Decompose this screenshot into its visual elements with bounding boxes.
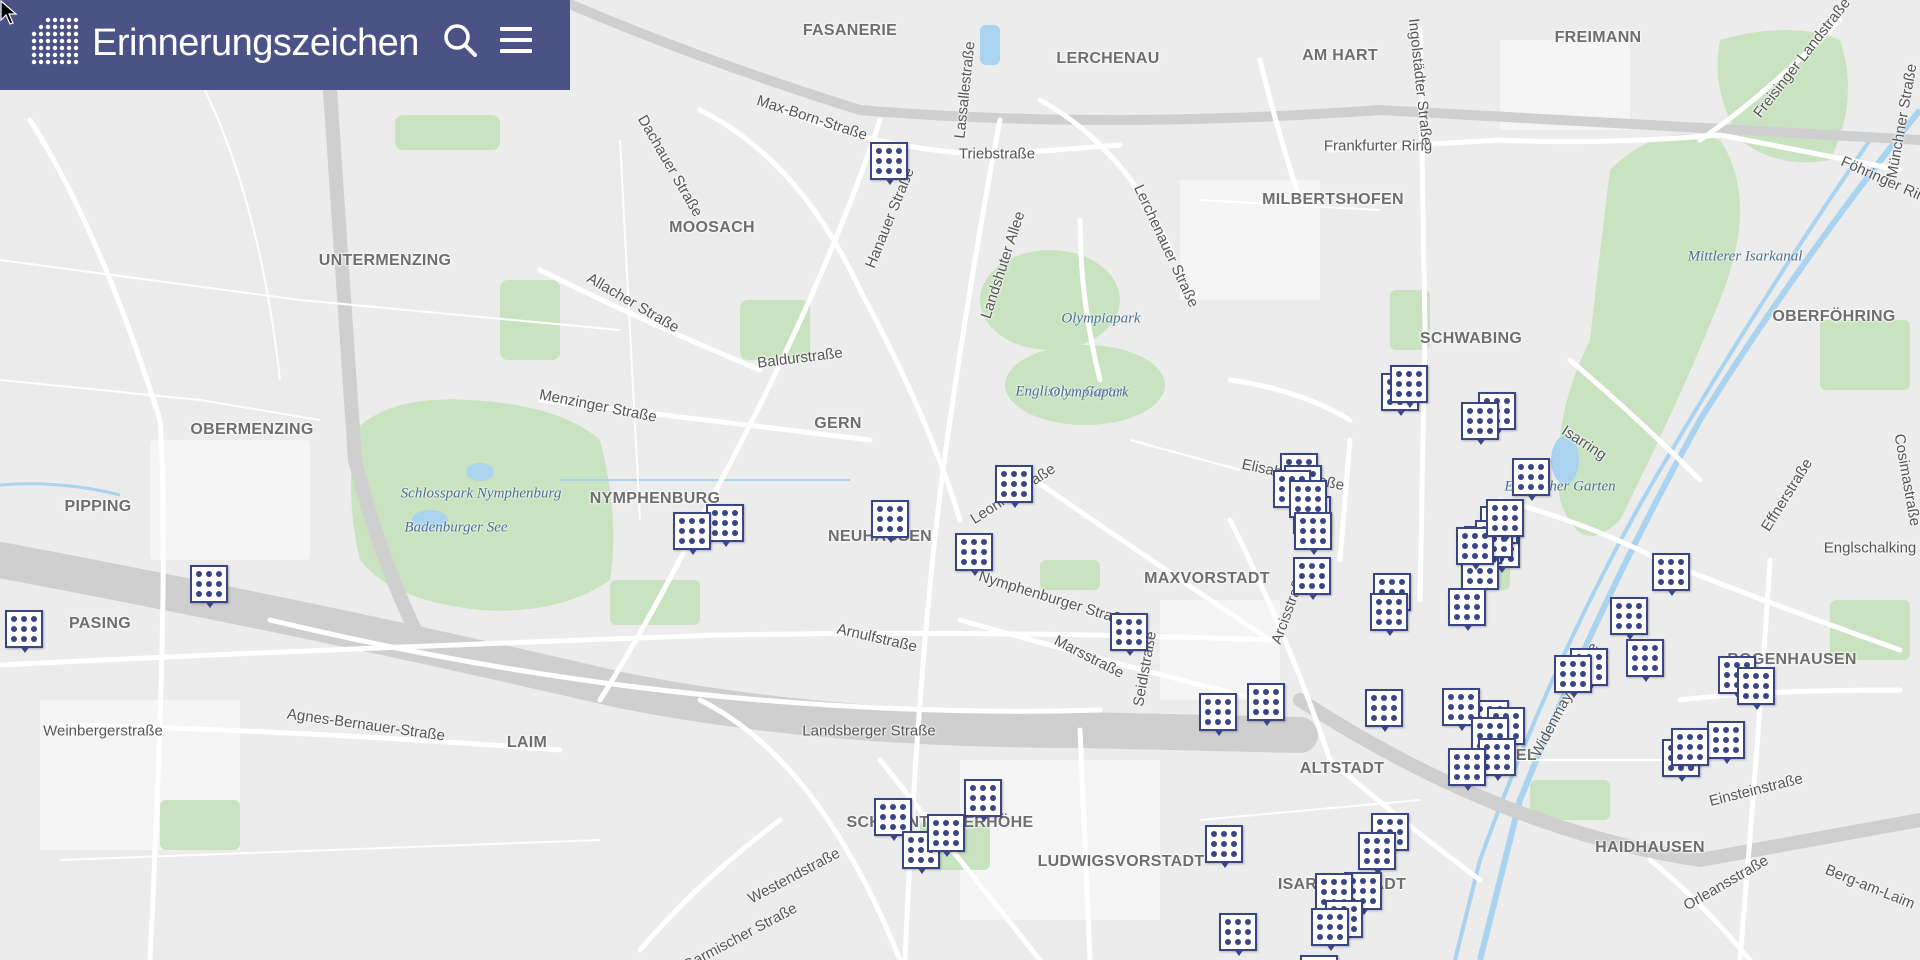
app-title[interactable]: Erinnerungszeichen — [92, 22, 419, 65]
memorial-marker[interactable] — [190, 565, 230, 611]
memorial-marker[interactable] — [1365, 689, 1405, 735]
search-icon[interactable] — [440, 20, 480, 60]
memorial-marker[interactable] — [1652, 553, 1692, 599]
hamburger-menu-icon[interactable] — [496, 20, 540, 60]
memorial-marker[interactable] — [1390, 365, 1430, 411]
memorial-marker[interactable] — [1486, 499, 1526, 545]
memorial-marker[interactable] — [1110, 613, 1150, 659]
memorial-marker[interactable] — [1205, 825, 1245, 871]
memorial-marker[interactable] — [871, 500, 911, 546]
memorial-marker[interactable] — [1461, 402, 1501, 448]
memorial-marker[interactable] — [1247, 683, 1287, 729]
memorial-marker[interactable] — [1610, 597, 1650, 643]
memorial-marker[interactable] — [1219, 913, 1259, 959]
memorial-marker[interactable] — [1707, 721, 1747, 767]
memorial-marker[interactable] — [1512, 458, 1552, 504]
memorial-marker[interactable] — [5, 610, 45, 656]
memorial-marker[interactable] — [1300, 955, 1340, 960]
memorial-marker[interactable] — [1448, 588, 1488, 634]
memorial-marker[interactable] — [1294, 512, 1334, 558]
memorial-marker[interactable] — [1671, 728, 1711, 774]
map-app: FASANERIE LERCHENAU AM HART FREIMANN MOOSACH… — [0, 0, 1920, 960]
memorial-marker[interactable] — [1311, 908, 1351, 954]
memorial-marker[interactable] — [995, 465, 1035, 511]
memorial-marker[interactable] — [955, 533, 995, 579]
memorial-marker[interactable] — [1626, 639, 1666, 685]
memorial-marker[interactable] — [1370, 593, 1410, 639]
dot-grid-logo-icon[interactable] — [30, 16, 82, 66]
mouse-cursor-icon — [0, 0, 18, 25]
memorial-marker[interactable] — [1293, 557, 1333, 603]
memorial-marker[interactable] — [1737, 667, 1777, 713]
app-header: Erinnerungszeichen — [0, 0, 570, 90]
memorial-marker[interactable] — [927, 814, 967, 860]
memorial-marker[interactable] — [964, 779, 1004, 825]
memorial-marker[interactable] — [870, 142, 910, 188]
memorial-marker[interactable] — [1199, 693, 1239, 739]
memorial-marker[interactable] — [673, 512, 713, 558]
memorial-marker[interactable] — [1448, 748, 1488, 794]
memorial-marker[interactable] — [1554, 655, 1594, 701]
